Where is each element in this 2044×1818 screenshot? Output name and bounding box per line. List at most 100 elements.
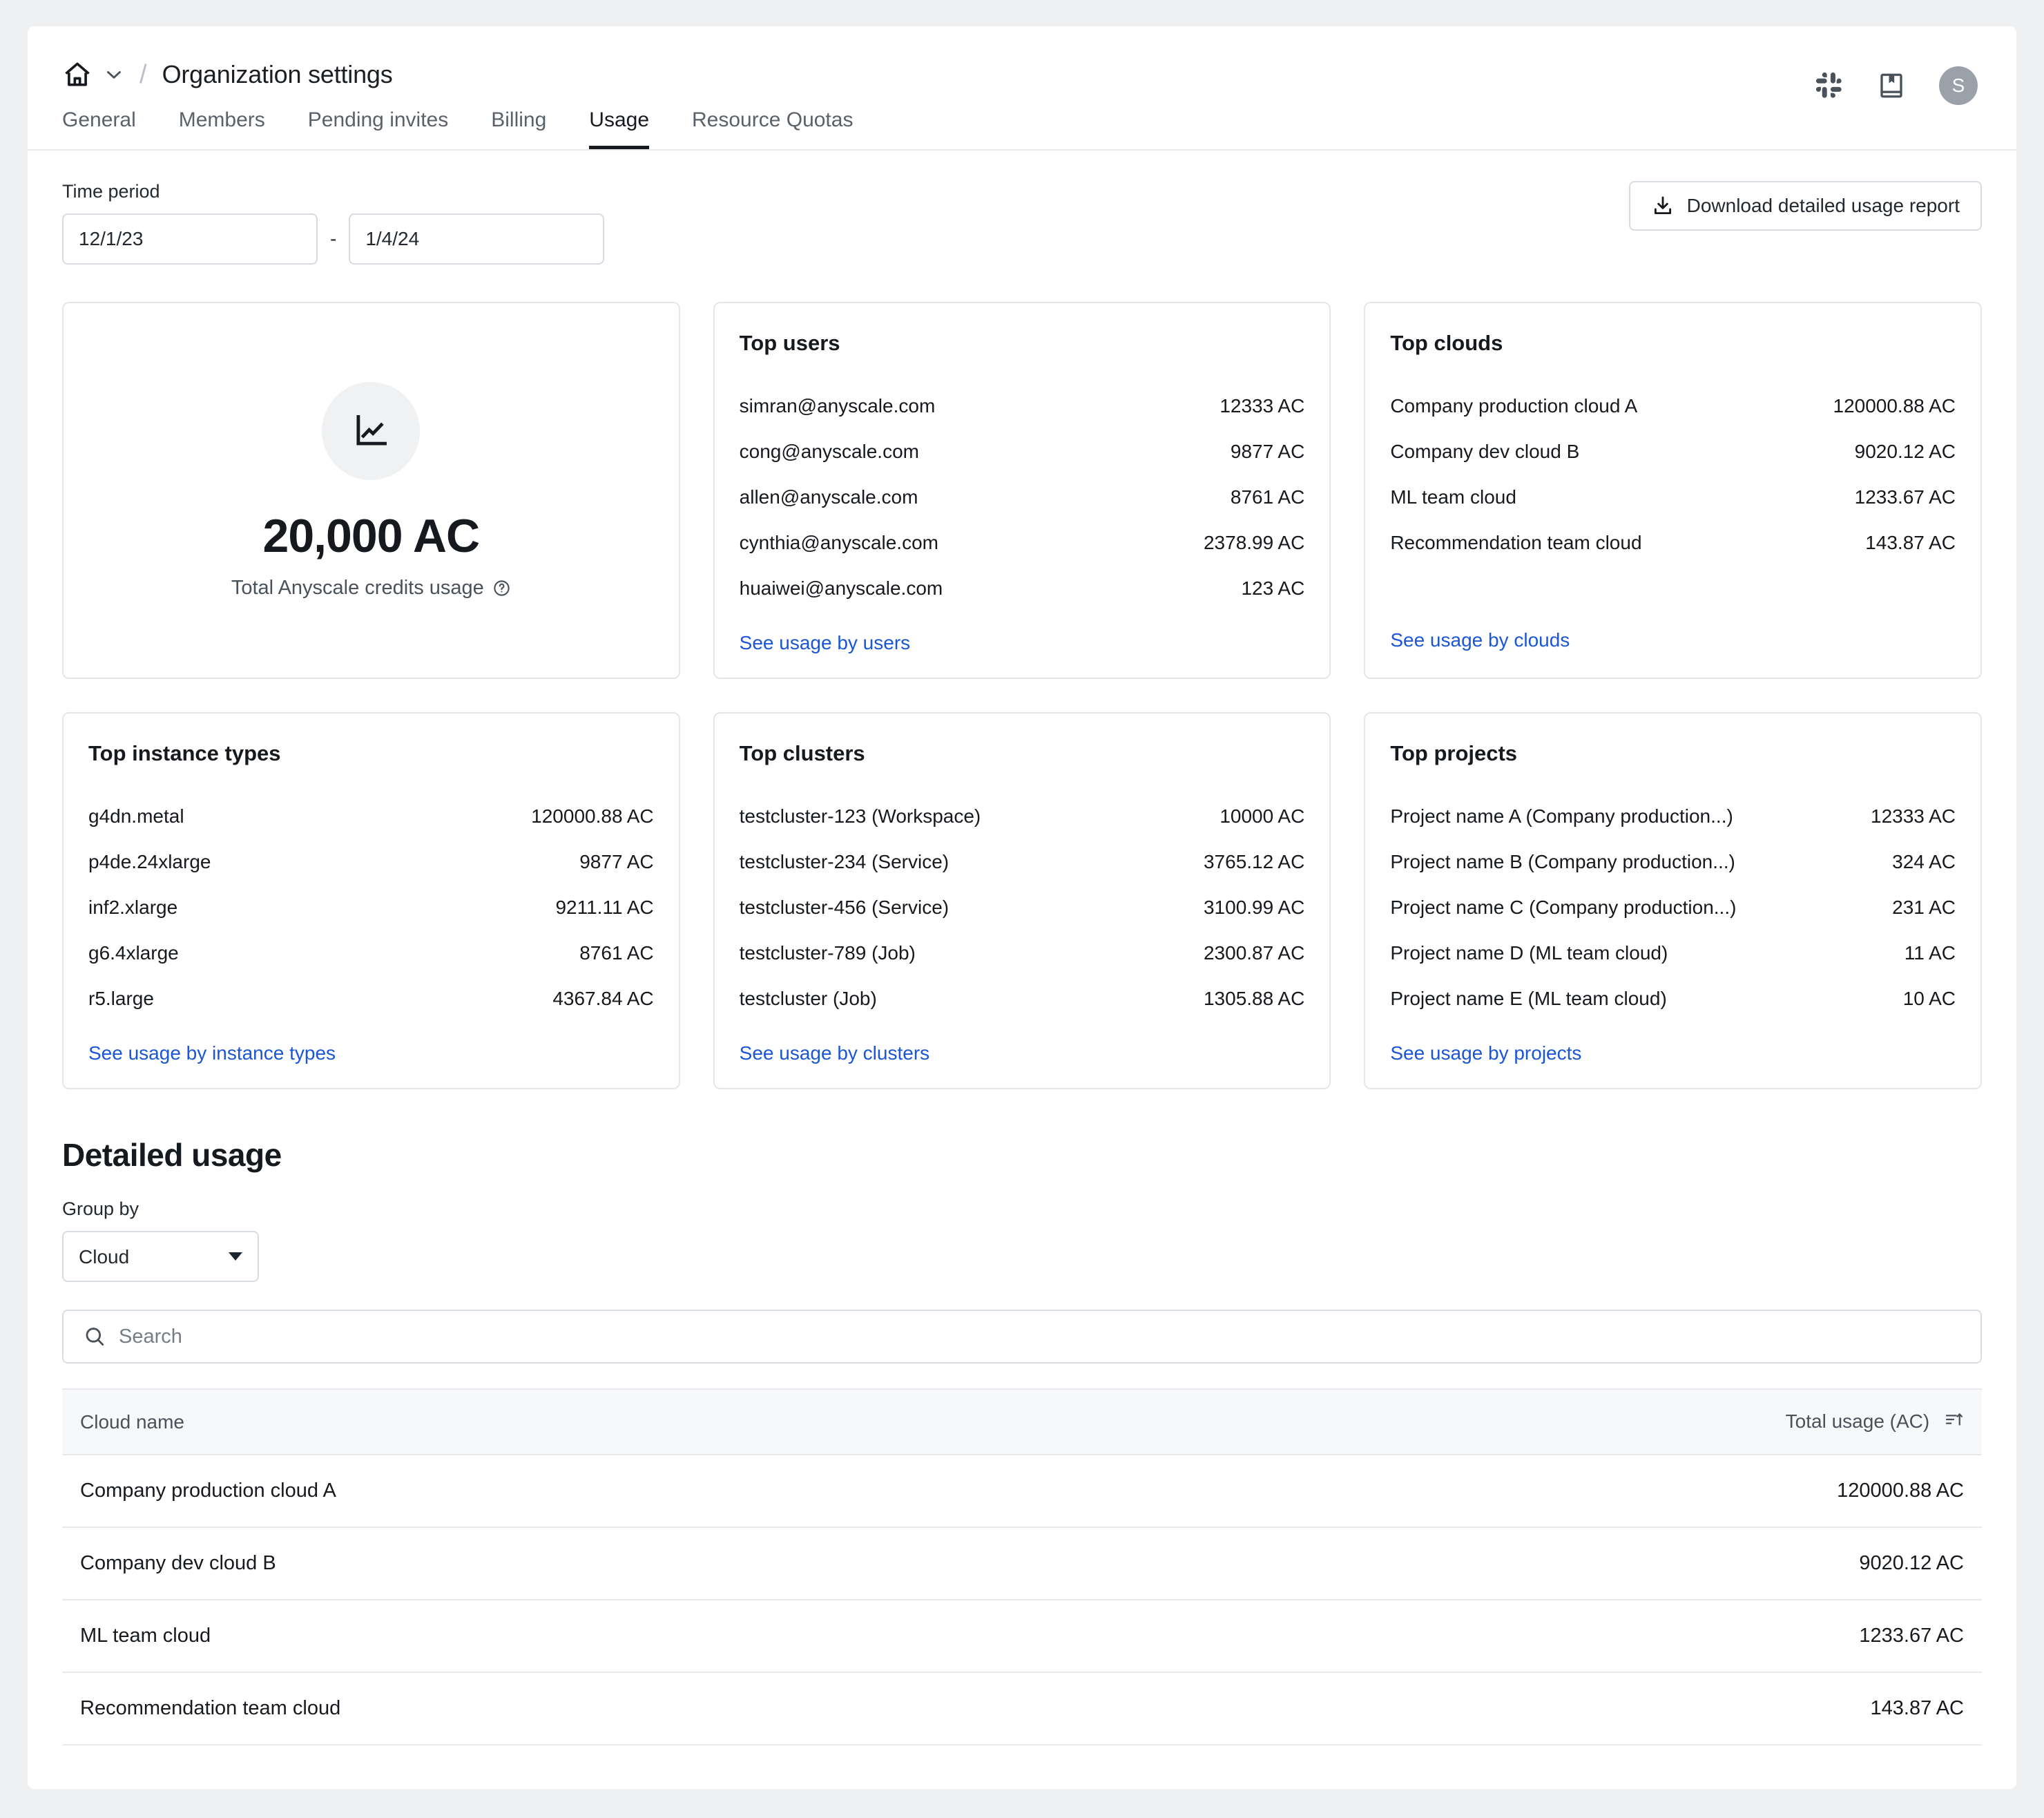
item-label: simran@anyscale.com [739,395,936,417]
avatar[interactable]: S [1939,66,1978,105]
item-label: Project name C (Company production...) [1390,897,1737,918]
cell-cloud-name: Company dev cloud B [62,1527,1177,1600]
item-label: testcluster-789 (Job) [739,942,916,964]
end-date-input[interactable] [349,213,605,265]
summary-cards-grid: 20,000 AC Total Anyscale credits usage T… [62,302,1982,1089]
card-title: Top clouds [1390,331,1503,355]
table-header: Cloud name Total usage (AC) [62,1388,1982,1455]
tab-general[interactable]: General [62,108,136,149]
item-label: r5.large [88,988,154,1009]
column-header-total-usage[interactable]: Total usage (AC) [1176,1388,1982,1455]
total-credits-value: 20,000 AC [262,509,481,562]
item-label: inf2.xlarge [88,897,178,918]
download-usage-report-button[interactable]: Download detailed usage report [1628,181,1982,231]
list-item: testcluster (Job) 1305.88 AC [740,976,1305,1022]
item-label: Recommendation team cloud [1390,532,1642,553]
see-usage-by-users-link[interactable]: See usage by users [740,632,911,654]
see-usage-by-clouds-link[interactable]: See usage by clouds [1390,629,1570,651]
sort-descending-icon[interactable] [1943,1409,1964,1435]
card-title: Top instance types [88,741,281,765]
see-usage-by-instance-types-link[interactable]: See usage by instance types [88,1042,336,1064]
item-value: 9211.11 AC [555,897,654,918]
table-body: Company production cloud A 120000.88 AC … [62,1455,1982,1745]
item-value: 9877 AC [1230,441,1305,462]
header-actions: S [1815,66,1978,105]
item-label: g4dn.metal [88,805,184,827]
tab-members[interactable]: Members [179,108,265,149]
item-value: 1233.67 AC [1854,486,1956,508]
item-label: p4de.24xlarge [88,851,211,872]
table-row: Company production cloud A 120000.88 AC [62,1455,1982,1528]
line-chart-icon [322,381,421,480]
list-item: cynthia@anyscale.com 2378.99 AC [740,520,1305,566]
item-value: 3765.12 AC [1203,851,1305,872]
list-item: Recommendation team cloud 143.87 AC [1390,520,1956,566]
detailed-usage-table: Cloud name Total usage (AC) Company prod… [62,1388,1982,1745]
settings-tabs: General Members Pending invites Billing … [62,108,896,149]
slack-icon[interactable] [1815,71,1844,100]
list-item: cong@anyscale.com 9877 AC [740,429,1305,475]
item-label: testcluster-456 (Service) [739,897,949,918]
item-value: 8761 AC [1230,486,1305,508]
item-value: 2300.87 AC [1203,942,1305,964]
list-item: testcluster-234 (Service) 3765.12 AC [740,839,1305,885]
date-range-separator: - [330,228,337,249]
cell-cloud-name: Recommendation team cloud [62,1672,1177,1745]
tab-resource-quotas[interactable]: Resource Quotas [692,108,853,149]
list-item: r5.large 4367.84 AC [88,976,654,1022]
list-item: testcluster-123 (Workspace) 10000 AC [740,794,1305,839]
start-date-input[interactable] [62,213,318,265]
item-label: cynthia@anyscale.com [739,532,938,553]
home-icon[interactable] [62,59,93,90]
see-usage-by-projects-link[interactable]: See usage by projects [1390,1042,1581,1064]
download-icon [1651,194,1675,218]
group-by-select-wrap: Cloud User Project Cluster Instance type [62,1231,259,1282]
list-item: Project name D (ML team cloud) 11 AC [1390,930,1956,976]
item-value: 4367.84 AC [552,988,654,1009]
top-clouds-card: Top clouds Company production cloud A 12… [1364,302,1982,679]
list-item: g4dn.metal 120000.88 AC [88,794,654,839]
item-value: 3100.99 AC [1203,897,1305,918]
top-users-card: Top users simran@anyscale.com 12333 AC c… [713,302,1331,679]
item-value: 1305.88 AC [1203,988,1305,1009]
top-clusters-card: Top clusters testcluster-123 (Workspace)… [713,712,1331,1089]
top-projects-card: Top projects Project name A (Company pro… [1364,712,1982,1089]
item-label: ML team cloud [1390,486,1516,508]
item-label: cong@anyscale.com [739,441,919,462]
item-label: Project name E (ML team cloud) [1390,988,1667,1009]
see-usage-by-clusters-link[interactable]: See usage by clusters [740,1042,930,1064]
item-value: 231 AC [1892,897,1956,918]
question-circle-icon[interactable] [492,579,511,597]
item-value: 9020.12 AC [1854,441,1956,462]
app-header: / Organization settings S General Member… [28,26,2016,151]
table-row: ML team cloud 1233.67 AC [62,1600,1982,1673]
tab-pending-invites[interactable]: Pending invites [308,108,448,149]
item-label: Company dev cloud B [1390,441,1580,462]
column-header-total-usage-label: Total usage (AC) [1785,1410,1930,1432]
search-input[interactable] [119,1311,1980,1362]
item-value: 324 AC [1892,851,1956,872]
list-item: Project name A (Company production...) 1… [1390,794,1956,839]
item-label: Project name D (ML team cloud) [1390,942,1668,964]
group-by-select[interactable]: Cloud User Project Cluster Instance type [62,1231,259,1282]
tab-usage[interactable]: Usage [589,108,649,149]
detailed-usage-title: Detailed usage [62,1137,282,1173]
item-label: Project name B (Company production...) [1390,851,1735,872]
total-credits-caption-text: Total Anyscale credits usage [231,576,484,599]
list-item: testcluster-456 (Service) 3100.99 AC [740,885,1305,930]
item-label: Company production cloud A [1390,395,1638,417]
usage-body: Time period - Download detailed usage re… [28,151,2016,1745]
cell-total-usage: 1233.67 AC [1176,1600,1982,1673]
list-item: inf2.xlarge 9211.11 AC [88,885,654,930]
search-box [62,1310,1982,1364]
download-button-label: Download detailed usage report [1686,195,1960,216]
item-value: 9877 AC [579,851,654,872]
cell-cloud-name: Company production cloud A [62,1455,1177,1528]
breadcrumb-chevron-down-icon[interactable] [93,63,126,86]
card-title: Top projects [1390,741,1518,765]
column-header-cloud-name[interactable]: Cloud name [62,1388,1177,1455]
table-row: Recommendation team cloud 143.87 AC [62,1672,1982,1745]
book-icon[interactable] [1877,71,1906,100]
tab-billing[interactable]: Billing [491,108,546,149]
